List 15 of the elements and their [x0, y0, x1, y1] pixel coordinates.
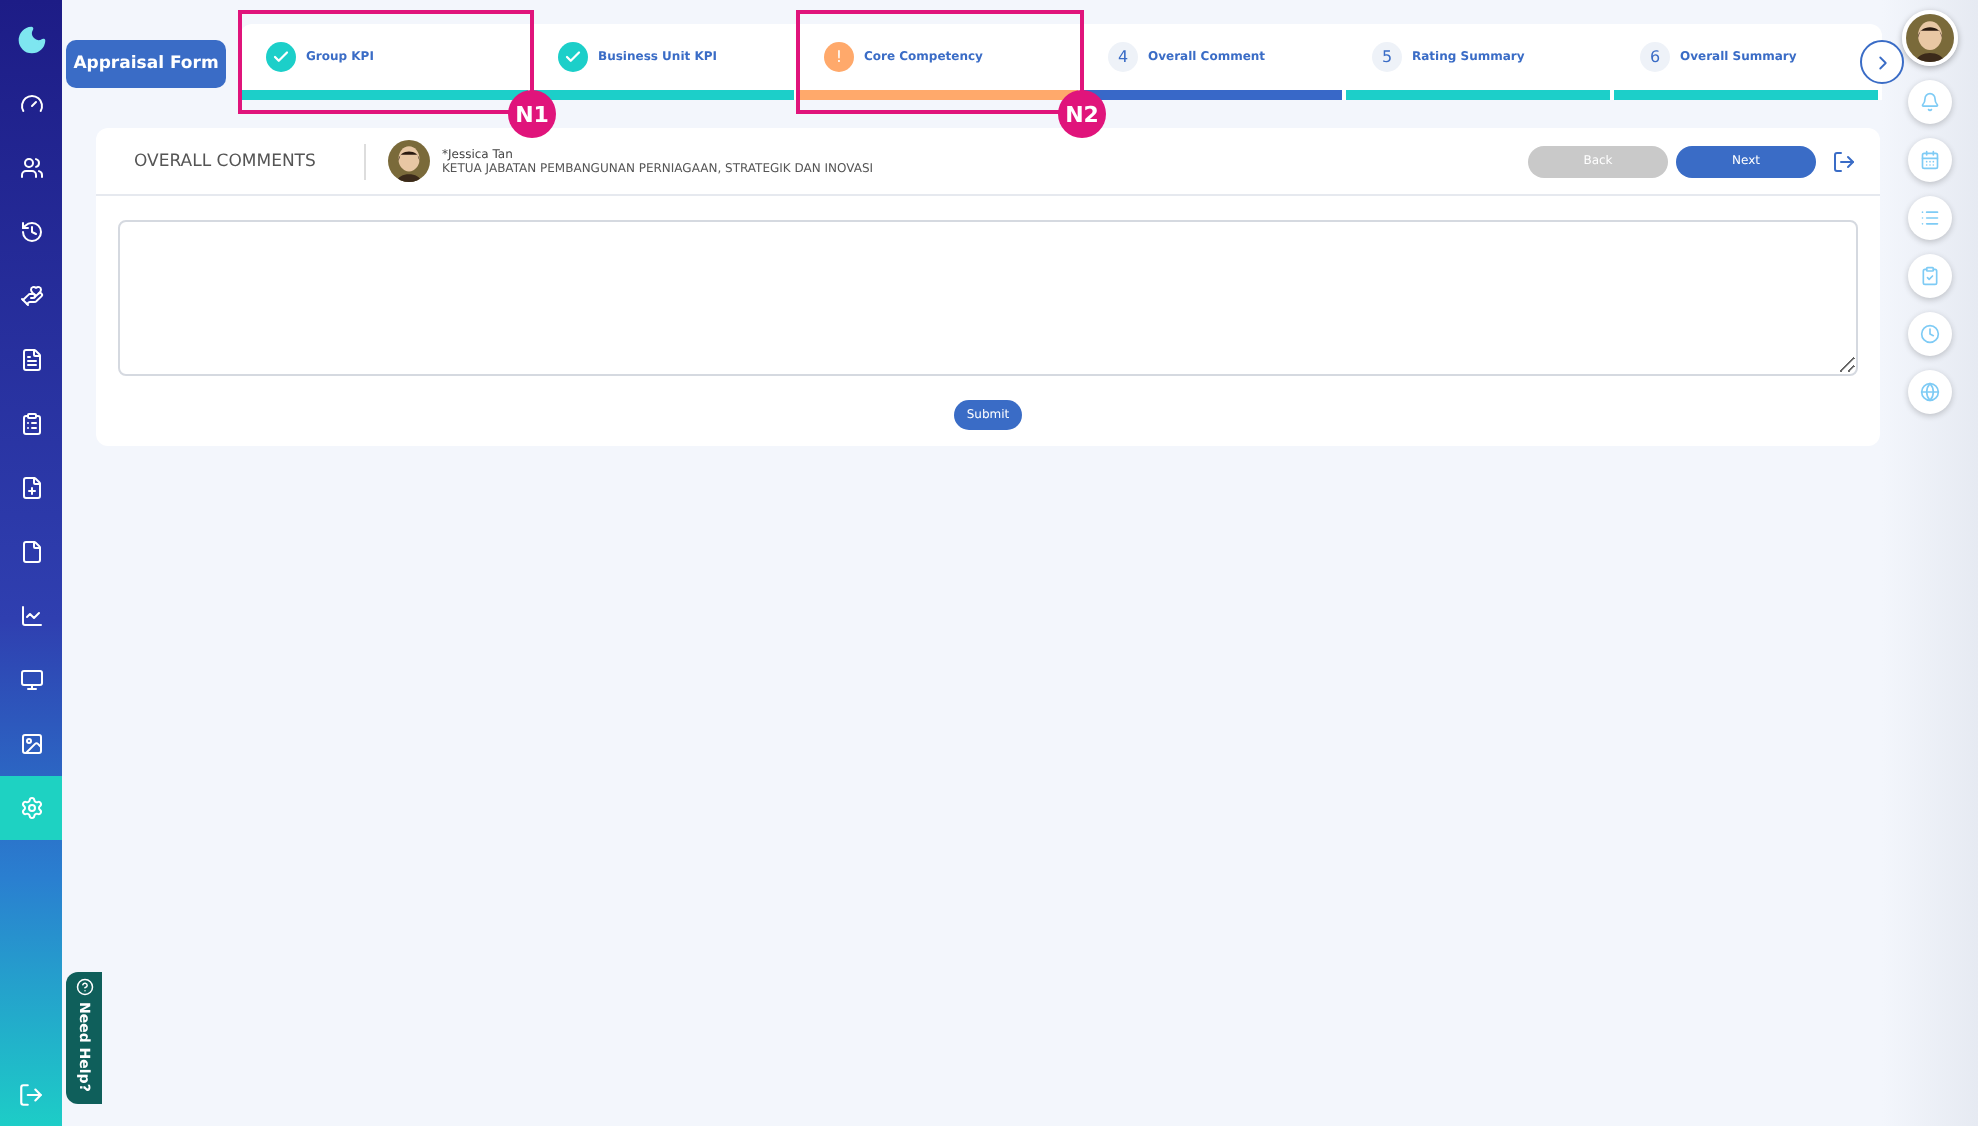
- step-marker: !: [824, 42, 854, 72]
- step-number: 4: [1108, 42, 1138, 72]
- help-icon: [75, 978, 93, 996]
- step-number: 6: [1640, 42, 1670, 72]
- clipboard-icon[interactable]: [1908, 254, 1952, 298]
- check-icon: [266, 42, 296, 72]
- appraisal-form-button[interactable]: Appraisal Form: [66, 40, 226, 88]
- user-avatar[interactable]: [1902, 10, 1958, 66]
- check-icon: [558, 42, 588, 72]
- step-number: 5: [1372, 42, 1402, 72]
- comment-field[interactable]: [118, 220, 1858, 376]
- next-arrow-button[interactable]: [1860, 40, 1904, 84]
- section-title: OVERALL COMMENTS: [134, 151, 318, 171]
- exit-icon[interactable]: [1832, 149, 1856, 173]
- employee-avatar: [388, 140, 430, 182]
